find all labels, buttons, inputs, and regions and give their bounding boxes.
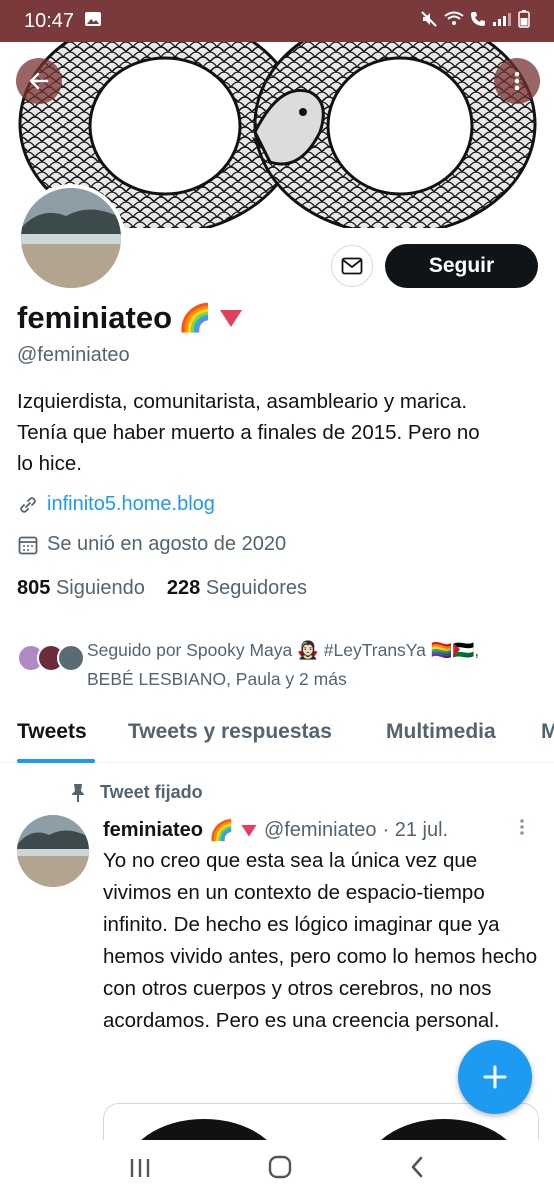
followed-by-row[interactable]: Seguido por Spooky Maya 🧛🏻‍♀️ #LeyTransY… [17,636,537,694]
clock: 10:47 [24,9,75,32]
pin-icon [72,783,84,802]
avatar-beach-image [21,188,121,288]
back-icon [412,1156,423,1177]
tweet-author-emoji: 🌈 [209,820,234,842]
follower-avatar [57,644,85,672]
followers-label: Seguidores [205,577,308,599]
link-icon [20,496,36,513]
website-row: infinito5.home.blog [17,493,215,516]
tab-tweets[interactable]: Tweets [17,720,87,744]
more-options-button[interactable] [494,58,540,104]
tab-tweets-replies[interactable]: Tweets y respuestas [128,720,332,744]
following-link[interactable]: 805 Siguiendo [17,577,145,600]
tweet-author-name[interactable]: feminiateo [103,819,203,842]
tweet-header: feminiateo 🌈 @feminiateo · 21 jul. [103,818,448,843]
tab-likes-partial[interactable]: M [541,720,554,744]
tweet-author-avatar[interactable] [17,815,89,887]
tweet-text: Yo no creo que esta sea la única vez que… [103,849,538,1032]
recents-icon [130,1158,149,1177]
wifi-icon [444,11,464,32]
followers-link[interactable]: 228 Seguidores [167,577,307,600]
pinned-indicator: Tweet fijado [70,782,203,803]
joined-date: Se unió en agosto de 2020 [47,533,287,555]
tweet-menu-button[interactable] [518,818,526,841]
avatar-beach-image [17,815,89,887]
mute-icon [420,10,438,33]
red-triangle-icon [241,825,257,837]
website-link[interactable]: infinito5.home.blog [47,493,215,516]
status-bar: 10:47 [0,0,554,42]
more-vertical-icon [520,819,524,835]
pinned-label: Tweet fijado [100,782,203,802]
mail-icon [341,257,363,275]
system-nav-bar [0,1140,554,1200]
display-name-row: feminiateo 🌈 [17,300,244,336]
image-notification-icon [84,10,102,33]
follower-avatars [17,636,87,676]
following-label: Siguiendo [55,577,145,599]
signal-icon [492,11,512,32]
active-tab-indicator [17,759,95,763]
back-button[interactable] [16,58,62,104]
tweet-date: · 21 jul. [382,819,449,841]
followed-by-text: Seguido por Spooky Maya 🧛🏻‍♀️ #LeyTransY… [87,640,480,689]
compose-tweet-button[interactable] [458,1040,532,1114]
red-triangle-icon [219,310,242,327]
recents-button[interactable] [128,1155,152,1186]
system-back-button[interactable] [408,1155,426,1186]
joined-row: Se unió en agosto de 2020 [17,533,286,556]
call-icon [470,11,486,32]
battery-icon [518,9,530,33]
tweet-author-handle[interactable]: @feminiateo [264,819,377,842]
calendar-icon [18,536,38,554]
tab-media[interactable]: Multimedia [386,720,496,744]
rainbow-emoji: 🌈 [178,303,212,333]
message-button[interactable] [331,245,373,287]
plus-icon [483,1065,507,1089]
back-arrow-icon [29,72,49,90]
profile-bio: Izquierdista, comunitarista, asambleario… [17,390,480,475]
following-count: 805 [17,577,51,599]
home-icon [268,1155,292,1178]
follow-button[interactable]: Seguir [385,244,538,288]
profile-tabs: Tweets Tweets y respuestas Multimedia M [0,712,554,763]
followers-count: 228 [166,577,201,599]
profile-avatar[interactable] [17,184,125,292]
display-name: feminiateo [17,300,173,335]
more-vertical-icon [514,71,520,91]
home-button[interactable] [267,1154,293,1187]
follow-counts: 805 Siguiendo 228 Seguidores [17,577,307,600]
profile-handle: @feminiateo [17,344,130,366]
